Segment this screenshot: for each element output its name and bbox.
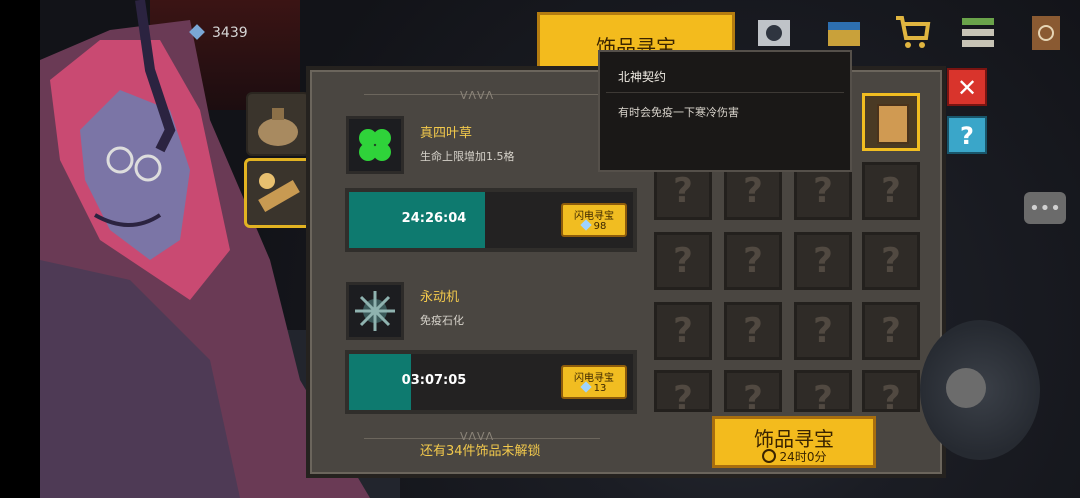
tab-accessories[interactable] xyxy=(244,158,312,228)
item-icon-slot xyxy=(346,282,404,340)
screen-edge xyxy=(0,0,40,498)
locked-slot[interactable]: ? xyxy=(862,370,920,412)
chat-button[interactable]: ••• xyxy=(1024,192,1066,224)
action-button[interactable] xyxy=(946,368,986,408)
item-description: 免疫石化 xyxy=(420,314,464,327)
gear-machine-icon xyxy=(355,291,395,331)
item-description: 生命上限增加1.5格 xyxy=(420,150,515,163)
treasure-hunt-button[interactable]: 饰品寻宝 24时0分 xyxy=(712,416,876,468)
locked-slot[interactable]: ? xyxy=(724,232,782,290)
flash-treasure-button[interactable]: 闪电寻宝 98 xyxy=(561,203,627,237)
locked-slot[interactable]: ? xyxy=(654,302,712,360)
menu-icon[interactable] xyxy=(958,12,998,52)
tooltip-divider xyxy=(606,92,844,93)
gem-icon xyxy=(579,219,592,231)
item-icon-slot xyxy=(346,116,404,174)
timer-text: 03:07:05 xyxy=(401,373,467,388)
locked-slot[interactable]: ? xyxy=(724,302,782,360)
locked-slot[interactable]: ? xyxy=(862,302,920,360)
accessory-slot-selected[interactable] xyxy=(862,93,920,151)
locked-slot[interactable]: ? xyxy=(862,162,920,220)
timer-text: 24:26:04 xyxy=(401,211,467,226)
coin-gem-icon xyxy=(189,24,205,40)
locked-slot[interactable]: ? xyxy=(794,370,852,412)
camera-robot-icon[interactable] xyxy=(754,12,794,52)
panel-divider: ᐯᐱᐯᐱ xyxy=(364,426,600,443)
clover-icon xyxy=(359,129,391,161)
locked-slot[interactable]: ? xyxy=(862,232,920,290)
tooltip-title: 北神契约 xyxy=(618,70,667,84)
close-icon: ✕ xyxy=(956,74,978,102)
scroll-icon xyxy=(877,104,909,144)
flash-treasure-button[interactable]: 闪电寻宝 13 xyxy=(561,365,627,399)
item-tooltip: 北神契约 有时会免疫一下寒冷伤害 xyxy=(598,50,852,172)
gem-icon xyxy=(579,381,592,393)
locked-slot[interactable]: ? xyxy=(654,232,712,290)
tooltip-description: 有时会免疫一下寒冷伤害 xyxy=(618,106,739,119)
help-icon: ? xyxy=(960,122,974,150)
currency-counter: 3439 xyxy=(189,22,280,44)
book-icon[interactable] xyxy=(1026,12,1066,52)
close-button[interactable]: ✕ xyxy=(947,68,987,106)
locked-slot[interactable]: ? xyxy=(724,370,782,412)
clock-icon xyxy=(761,449,776,463)
item-name: 永动机 xyxy=(420,290,460,305)
chat-icon: ••• xyxy=(1029,198,1061,219)
bag-icon xyxy=(258,108,298,146)
tab-bag[interactable] xyxy=(246,92,310,156)
chest-icon[interactable] xyxy=(824,12,864,52)
locked-slot[interactable]: ? xyxy=(654,370,712,412)
unlock-status: 还有34件饰品未解锁 xyxy=(420,444,541,459)
panel-divider: ᐯᐱᐯᐱ xyxy=(364,89,600,107)
help-button[interactable]: ? xyxy=(947,116,987,154)
locked-slot[interactable]: ? xyxy=(794,302,852,360)
locked-slot[interactable]: ? xyxy=(794,232,852,290)
shop-cart-icon[interactable] xyxy=(892,12,932,52)
progress-bar: 24:26:04 闪电寻宝 98 xyxy=(345,188,637,252)
progress-bar: 03:07:05 闪电寻宝 13 xyxy=(345,350,637,414)
telescope-icon xyxy=(258,173,300,213)
item-name: 真四叶草 xyxy=(420,126,473,141)
